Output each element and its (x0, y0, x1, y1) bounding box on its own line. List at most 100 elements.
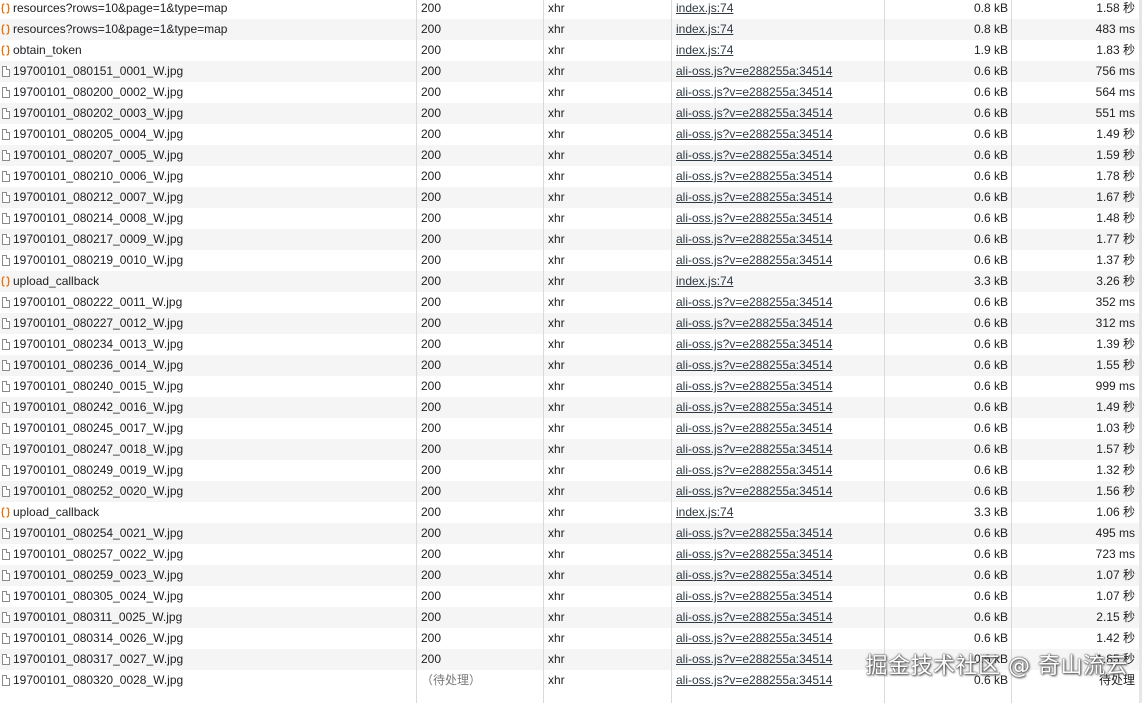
initiator-link[interactable]: ali-oss.js?v=e288255a:34514 (676, 64, 832, 78)
request-name-cell[interactable]: 19700101_080247_0018_W.jpg (0, 439, 414, 460)
column-divider[interactable] (884, 0, 885, 703)
request-name-cell[interactable]: 19700101_080214_0008_W.jpg (0, 208, 414, 229)
request-row[interactable]: 19700101_080227_0012_W.jpg 200 xhr ali-oss.… (0, 313, 1142, 334)
request-row[interactable]: 19700101_080219_0010_W.jpg 200 xhr ali-oss.… (0, 250, 1142, 271)
request-row[interactable]: 19700101_080245_0017_W.jpg 200 xhr ali-oss.… (0, 418, 1142, 439)
initiator-link[interactable]: ali-oss.js?v=e288255a:34514 (676, 316, 832, 330)
initiator-link[interactable]: ali-oss.js?v=e288255a:34514 (676, 190, 832, 204)
initiator-link[interactable]: index.js:74 (676, 505, 733, 519)
initiator-link[interactable]: ali-oss.js?v=e288255a:34514 (676, 484, 832, 498)
request-row[interactable]: 19700101_080217_0009_W.jpg 200 xhr ali-oss.… (0, 229, 1142, 250)
initiator-link[interactable]: ali-oss.js?v=e288255a:34514 (676, 610, 832, 624)
initiator-link[interactable]: ali-oss.js?v=e288255a:34514 (676, 526, 832, 540)
request-name-cell[interactable]: 19700101_080212_0007_W.jpg (0, 187, 414, 208)
column-divider[interactable] (1011, 0, 1012, 703)
request-name-cell[interactable]: 19700101_080254_0021_W.jpg (0, 523, 414, 544)
request-row[interactable]: 19700101_080205_0004_W.jpg 200 xhr ali-oss.… (0, 124, 1142, 145)
initiator-link[interactable]: ali-oss.js?v=e288255a:34514 (676, 127, 832, 141)
request-row[interactable]: resources?rows=10&page=1&type=map 200 xhr i… (0, 0, 1142, 19)
request-row[interactable]: upload_callback 200 xhr index.js:74 3.3 kB 1.… (0, 502, 1142, 523)
request-name-cell[interactable]: upload_callback (0, 502, 414, 523)
request-name-cell[interactable]: 19700101_080202_0003_W.jpg (0, 103, 414, 124)
request-name-cell[interactable]: 19700101_080236_0014_W.jpg (0, 355, 414, 376)
initiator-link[interactable]: ali-oss.js?v=e288255a:34514 (676, 400, 832, 414)
request-row[interactable]: 19700101_080202_0003_W.jpg 200 xhr ali-oss.… (0, 103, 1142, 124)
initiator-link[interactable]: index.js:74 (676, 43, 733, 57)
request-row[interactable]: 19700101_080254_0021_W.jpg 200 xhr ali-oss.… (0, 523, 1142, 544)
request-name-cell[interactable]: 19700101_080222_0011_W.jpg (0, 292, 414, 313)
initiator-link[interactable]: ali-oss.js?v=e288255a:34514 (676, 295, 832, 309)
request-name-cell[interactable]: 19700101_080245_0017_W.jpg (0, 418, 414, 439)
request-name-cell[interactable]: 19700101_080240_0015_W.jpg (0, 376, 414, 397)
request-row[interactable]: 19700101_080314_0026_W.jpg 200 xhr ali-oss.… (0, 628, 1142, 649)
initiator-link[interactable]: ali-oss.js?v=e288255a:34514 (676, 379, 832, 393)
request-name-cell[interactable]: resources?rows=10&page=1&type=map (0, 19, 414, 40)
initiator-link[interactable]: ali-oss.js?v=e288255a:34514 (676, 547, 832, 561)
initiator-link[interactable]: ali-oss.js?v=e288255a:34514 (676, 106, 832, 120)
request-name-cell[interactable]: obtain_token (0, 40, 414, 61)
request-name-cell[interactable]: 19700101_080205_0004_W.jpg (0, 124, 414, 145)
request-name-cell[interactable]: resources?rows=10&page=1&type=map (0, 0, 414, 19)
request-row[interactable]: 19700101_080249_0019_W.jpg 200 xhr ali-oss.… (0, 460, 1142, 481)
request-name-cell[interactable]: 19700101_080252_0020_W.jpg (0, 481, 414, 502)
initiator-link[interactable]: ali-oss.js?v=e288255a:34514 (676, 673, 832, 687)
initiator-link[interactable]: ali-oss.js?v=e288255a:34514 (676, 169, 832, 183)
column-divider[interactable] (416, 0, 417, 703)
request-row[interactable]: 19700101_080311_0025_W.jpg 200 xhr ali-oss.… (0, 607, 1142, 628)
column-divider[interactable] (671, 0, 672, 703)
request-name-cell[interactable]: 19700101_080207_0005_W.jpg (0, 145, 414, 166)
request-name-cell[interactable]: 19700101_080317_0027_W.jpg (0, 649, 414, 670)
initiator-link[interactable]: index.js:74 (676, 1, 733, 15)
request-row[interactable]: 19700101_080259_0023_W.jpg 200 xhr ali-oss.… (0, 565, 1142, 586)
request-name-cell[interactable]: 19700101_080151_0001_W.jpg (0, 61, 414, 82)
initiator-link[interactable]: ali-oss.js?v=e288255a:34514 (676, 463, 832, 477)
request-row[interactable]: 19700101_080207_0005_W.jpg 200 xhr ali-oss.… (0, 145, 1142, 166)
initiator-link[interactable]: ali-oss.js?v=e288255a:34514 (676, 337, 832, 351)
request-name-cell[interactable]: 19700101_080259_0023_W.jpg (0, 565, 414, 586)
request-row[interactable]: upload_callback 200 xhr index.js:74 3.3 kB 3.… (0, 271, 1142, 292)
column-divider[interactable] (543, 0, 544, 703)
request-name-cell[interactable]: 19700101_080227_0012_W.jpg (0, 313, 414, 334)
request-row[interactable]: 19700101_080257_0022_W.jpg 200 xhr ali-oss.… (0, 544, 1142, 565)
initiator-link[interactable]: ali-oss.js?v=e288255a:34514 (676, 442, 832, 456)
initiator-link[interactable]: ali-oss.js?v=e288255a:34514 (676, 589, 832, 603)
initiator-link[interactable]: ali-oss.js?v=e288255a:34514 (676, 568, 832, 582)
request-name-cell[interactable]: 19700101_080257_0022_W.jpg (0, 544, 414, 565)
request-row[interactable]: 19700101_080236_0014_W.jpg 200 xhr ali-oss.… (0, 355, 1142, 376)
request-row[interactable]: 19700101_080247_0018_W.jpg 200 xhr ali-oss.… (0, 439, 1142, 460)
initiator-link[interactable]: ali-oss.js?v=e288255a:34514 (676, 652, 832, 666)
request-row[interactable]: 19700101_080240_0015_W.jpg 200 xhr ali-oss.… (0, 376, 1142, 397)
request-row[interactable]: 19700101_080222_0011_W.jpg 200 xhr ali-oss.… (0, 292, 1142, 313)
request-row[interactable]: 19700101_080214_0008_W.jpg 200 xhr ali-oss.… (0, 208, 1142, 229)
request-name-cell[interactable]: 19700101_080311_0025_W.jpg (0, 607, 414, 628)
request-row[interactable]: 19700101_080252_0020_W.jpg 200 xhr ali-oss.… (0, 481, 1142, 502)
initiator-link[interactable]: index.js:74 (676, 274, 733, 288)
request-name-cell[interactable]: 19700101_080234_0013_W.jpg (0, 334, 414, 355)
request-row[interactable]: 19700101_080212_0007_W.jpg 200 xhr ali-oss.… (0, 187, 1142, 208)
request-row[interactable]: 19700101_080210_0006_W.jpg 200 xhr ali-oss.… (0, 166, 1142, 187)
request-row[interactable]: obtain_token 200 xhr index.js:74 1.9 kB 1.83 … (0, 40, 1142, 61)
request-name-cell[interactable]: 19700101_080249_0019_W.jpg (0, 460, 414, 481)
request-name-cell[interactable]: 19700101_080242_0016_W.jpg (0, 397, 414, 418)
request-name-cell[interactable]: 19700101_080314_0026_W.jpg (0, 628, 414, 649)
request-row[interactable]: 19700101_080320_0028_W.jpg （待处理） xhr ali-os… (0, 670, 1142, 691)
initiator-link[interactable]: ali-oss.js?v=e288255a:34514 (676, 253, 832, 267)
request-row[interactable]: 19700101_080234_0013_W.jpg 200 xhr ali-oss.… (0, 334, 1142, 355)
request-name-cell[interactable]: 19700101_080305_0024_W.jpg (0, 586, 414, 607)
request-name-cell[interactable]: 19700101_080210_0006_W.jpg (0, 166, 414, 187)
request-name-cell[interactable]: upload_callback (0, 271, 414, 292)
request-row[interactable]: 19700101_080242_0016_W.jpg 200 xhr ali-oss.… (0, 397, 1142, 418)
initiator-link[interactable]: ali-oss.js?v=e288255a:34514 (676, 631, 832, 645)
request-row[interactable]: 19700101_080317_0027_W.jpg 200 xhr ali-oss.… (0, 649, 1142, 670)
request-row[interactable]: 19700101_080200_0002_W.jpg 200 xhr ali-oss.… (0, 82, 1142, 103)
initiator-link[interactable]: ali-oss.js?v=e288255a:34514 (676, 148, 832, 162)
initiator-link[interactable]: ali-oss.js?v=e288255a:34514 (676, 421, 832, 435)
request-name-cell[interactable]: 19700101_080200_0002_W.jpg (0, 82, 414, 103)
initiator-link[interactable]: ali-oss.js?v=e288255a:34514 (676, 358, 832, 372)
initiator-link[interactable]: index.js:74 (676, 22, 733, 36)
request-row[interactable]: 19700101_080305_0024_W.jpg 200 xhr ali-oss.… (0, 586, 1142, 607)
request-name-cell[interactable]: 19700101_080217_0009_W.jpg (0, 229, 414, 250)
initiator-link[interactable]: ali-oss.js?v=e288255a:34514 (676, 211, 832, 225)
initiator-link[interactable]: ali-oss.js?v=e288255a:34514 (676, 85, 832, 99)
initiator-link[interactable]: ali-oss.js?v=e288255a:34514 (676, 232, 832, 246)
